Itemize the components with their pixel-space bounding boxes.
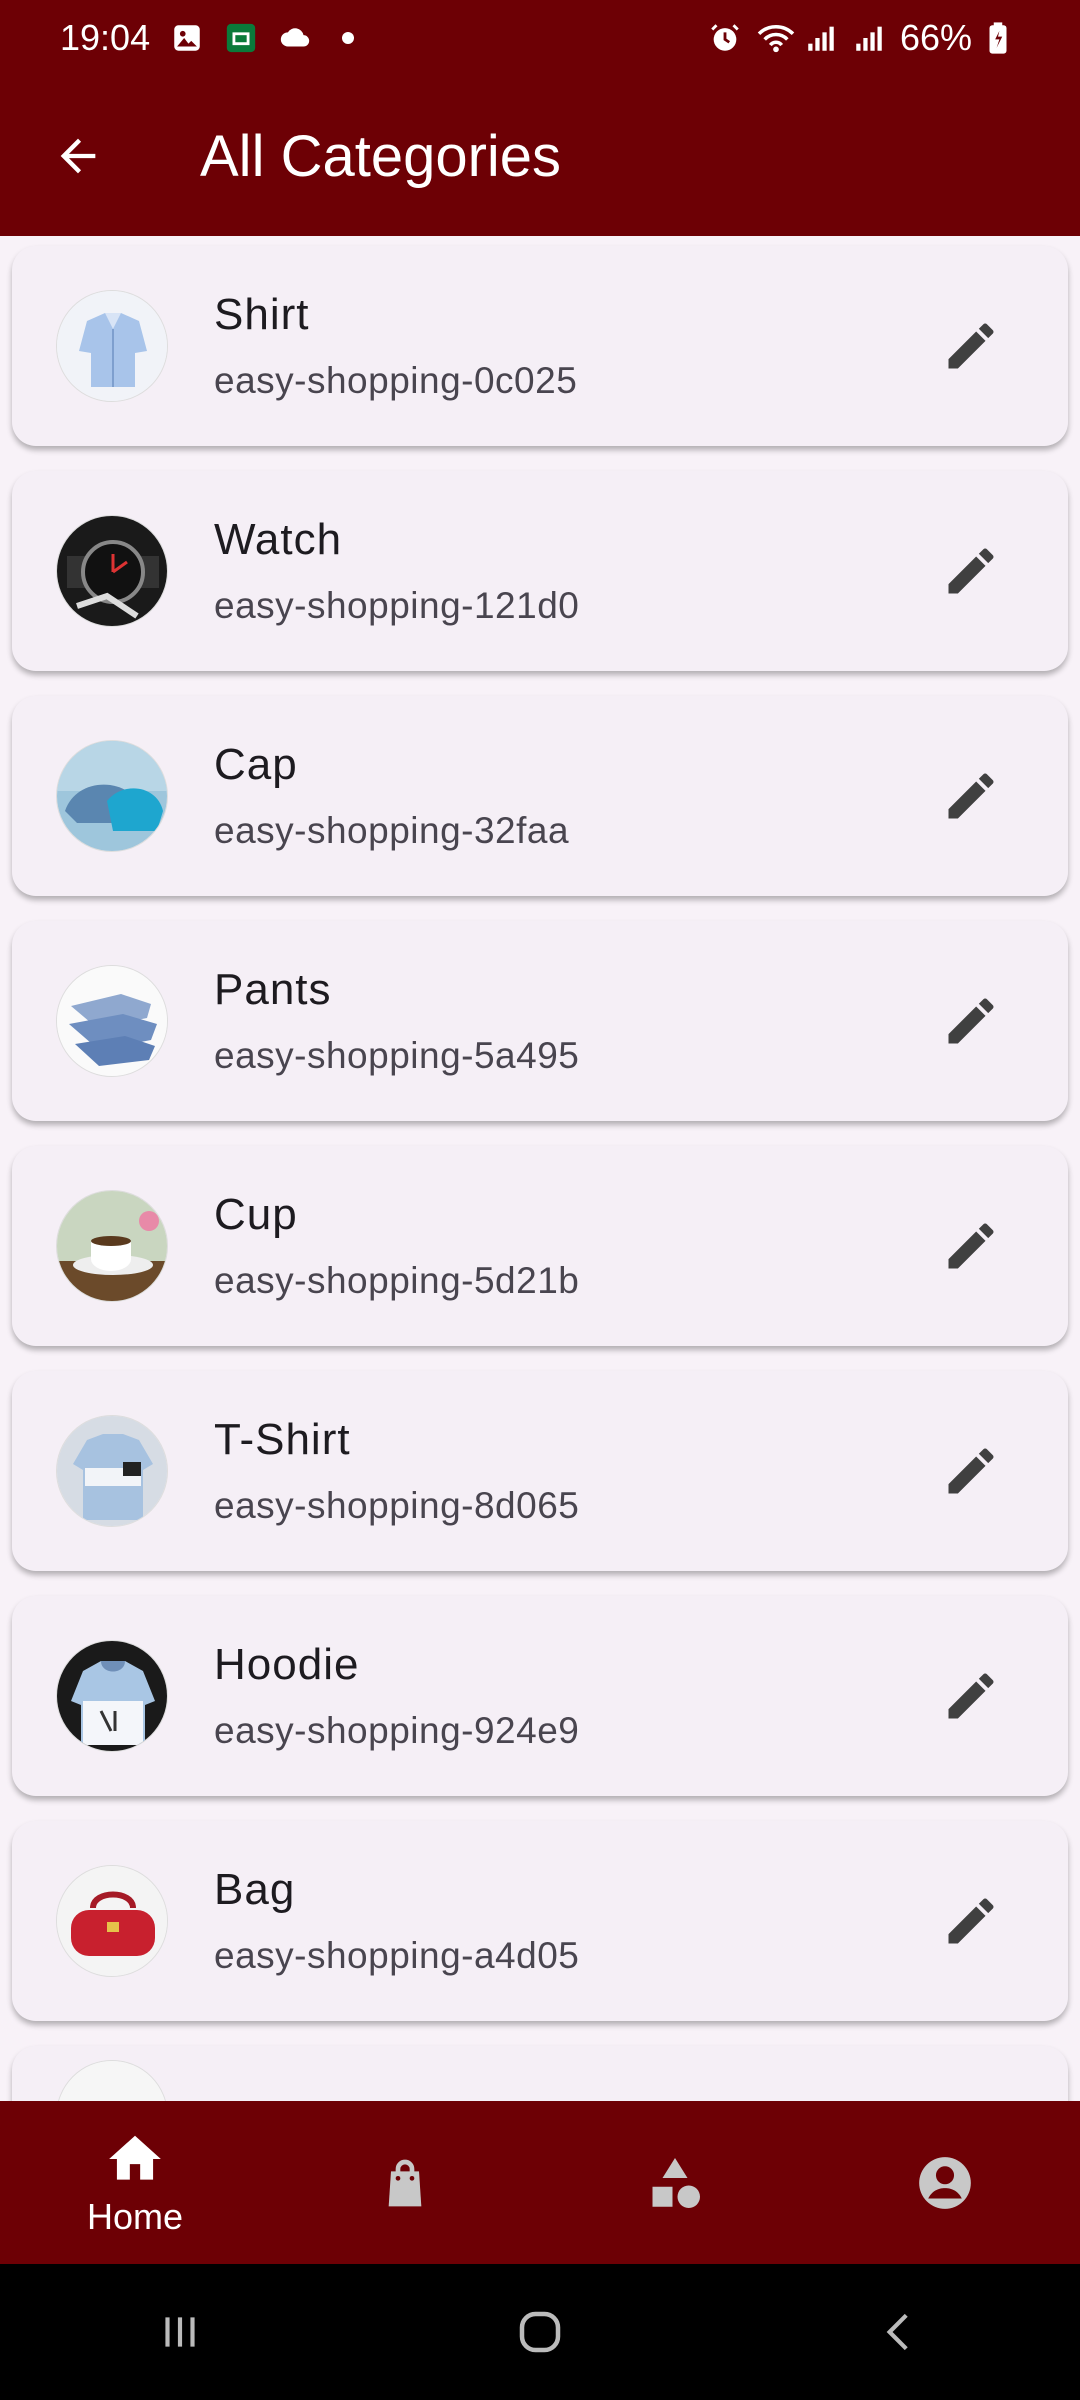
- nav-label-home: Home: [86, 2195, 184, 2237]
- category-name: Cup: [214, 1190, 298, 1239]
- category-name: Bag: [214, 1865, 296, 1914]
- category-list[interactable]: Shirt easy-shopping-0c025 Watch easy-sho…: [0, 236, 1080, 2101]
- edit-button[interactable]: [926, 301, 1016, 391]
- category-thumbnail: [56, 1190, 168, 1302]
- home-button[interactable]: [480, 2282, 600, 2382]
- category-slug: easy-shopping-32faa: [214, 810, 570, 851]
- chevron-left-icon: [886, 2313, 908, 2351]
- edit-icon: [948, 998, 994, 1044]
- category-card[interactable]: Bag easy-shopping-a4d05: [12, 1821, 1068, 2021]
- status-right: 66%: [708, 17, 1020, 59]
- edit-icon: [948, 1898, 994, 1944]
- signal-icon: [804, 21, 838, 55]
- category-slug: easy-shopping-5d21b: [214, 1260, 580, 1301]
- category-thumbnail: [56, 1640, 168, 1752]
- app-icon: [224, 21, 258, 55]
- category-thumbnail: [56, 515, 168, 627]
- bottom-navigation: Home: [0, 2101, 1080, 2264]
- category-slug: easy-shopping-a4d05: [214, 1935, 580, 1976]
- system-back-button[interactable]: [840, 2282, 960, 2382]
- category-name: T-Shirt: [214, 1415, 351, 1464]
- category-card[interactable]: Watch easy-shopping-121d0: [12, 471, 1068, 671]
- category-slug: easy-shopping-121d0: [214, 585, 580, 626]
- edit-button[interactable]: [926, 751, 1016, 841]
- home-circle-icon: [519, 2311, 561, 2353]
- page-title: All Categories: [200, 123, 562, 189]
- gallery-icon: [170, 21, 204, 55]
- nav-item-account[interactable]: [845, 2101, 1045, 2264]
- category-card[interactable]: Cap easy-shopping-32faa: [12, 696, 1068, 896]
- recent-apps-button[interactable]: [120, 2282, 240, 2382]
- category-card[interactable]: Hoodie easy-shopping-924e9: [12, 1596, 1068, 1796]
- app-bar: All Categories: [0, 76, 1080, 236]
- back-button[interactable]: [38, 116, 118, 196]
- category-thumbnail: [56, 1865, 168, 1977]
- status-time: 19:04: [60, 17, 151, 58]
- edit-icon: [948, 548, 994, 594]
- category-card[interactable]: Cup easy-shopping-5d21b: [12, 1146, 1068, 1346]
- edit-button[interactable]: [926, 1426, 1016, 1516]
- edit-button[interactable]: [926, 1876, 1016, 1966]
- shopping-bag-icon: [388, 2159, 422, 2206]
- edit-button[interactable]: [926, 976, 1016, 1066]
- nav-item-shopping[interactable]: [305, 2101, 505, 2264]
- recent-apps-icon: [165, 2317, 195, 2347]
- edit-button[interactable]: [926, 1201, 1016, 1291]
- category-name: Cap: [214, 740, 298, 789]
- battery-icon: [986, 21, 1020, 55]
- category-slug: easy-shopping-924e9: [214, 1710, 580, 1751]
- battery-percent: 66%: [899, 17, 972, 58]
- category-thumbnail: [56, 290, 168, 402]
- category-card[interactable]: Shirt easy-shopping-0c025: [12, 246, 1068, 446]
- edit-button[interactable]: [926, 526, 1016, 616]
- edit-icon: [948, 1448, 994, 1494]
- system-navigation-bar: [0, 2264, 1080, 2400]
- wifi-icon: [756, 21, 795, 55]
- category-thumbnail: [56, 1415, 168, 1527]
- category-name: Watch: [214, 515, 343, 564]
- category-thumbnail: [56, 2060, 168, 2101]
- notification-dot: [342, 32, 355, 44]
- nav-item-categories[interactable]: [575, 2101, 775, 2264]
- signal-icon: [852, 21, 886, 55]
- category-card[interactable]: T-Shirt easy-shopping-8d065: [12, 1371, 1068, 1571]
- category-slug: easy-shopping-0c025: [214, 360, 578, 401]
- edit-icon: [948, 1223, 994, 1269]
- category-name: Hoodie: [214, 1640, 360, 1689]
- edit-icon: [948, 323, 994, 369]
- category-card[interactable]: [12, 2046, 1068, 2101]
- edit-icon: [948, 1673, 994, 1719]
- category-icon: [652, 2157, 700, 2208]
- category-slug: easy-shopping-5a495: [214, 1035, 580, 1076]
- category-thumbnail: [56, 965, 168, 1077]
- category-name: Shirt: [214, 290, 310, 339]
- home-icon: [109, 2135, 161, 2180]
- category-name: Pants: [214, 965, 332, 1014]
- category-slug: easy-shopping-8d065: [214, 1485, 580, 1526]
- nav-item-home[interactable]: Home: [35, 2101, 235, 2264]
- cloud-icon: [278, 21, 312, 55]
- category-thumbnail: [56, 740, 168, 852]
- category-card[interactable]: Pants easy-shopping-5a495: [12, 921, 1068, 1121]
- status-left: 19:04: [60, 17, 355, 59]
- status-bar: 19:04 66%: [0, 0, 1080, 76]
- alarm-icon: [708, 21, 742, 55]
- arrow-back-icon: [60, 138, 96, 174]
- edit-icon: [948, 773, 994, 819]
- account-icon: [919, 2156, 971, 2209]
- edit-button[interactable]: [926, 1651, 1016, 1741]
